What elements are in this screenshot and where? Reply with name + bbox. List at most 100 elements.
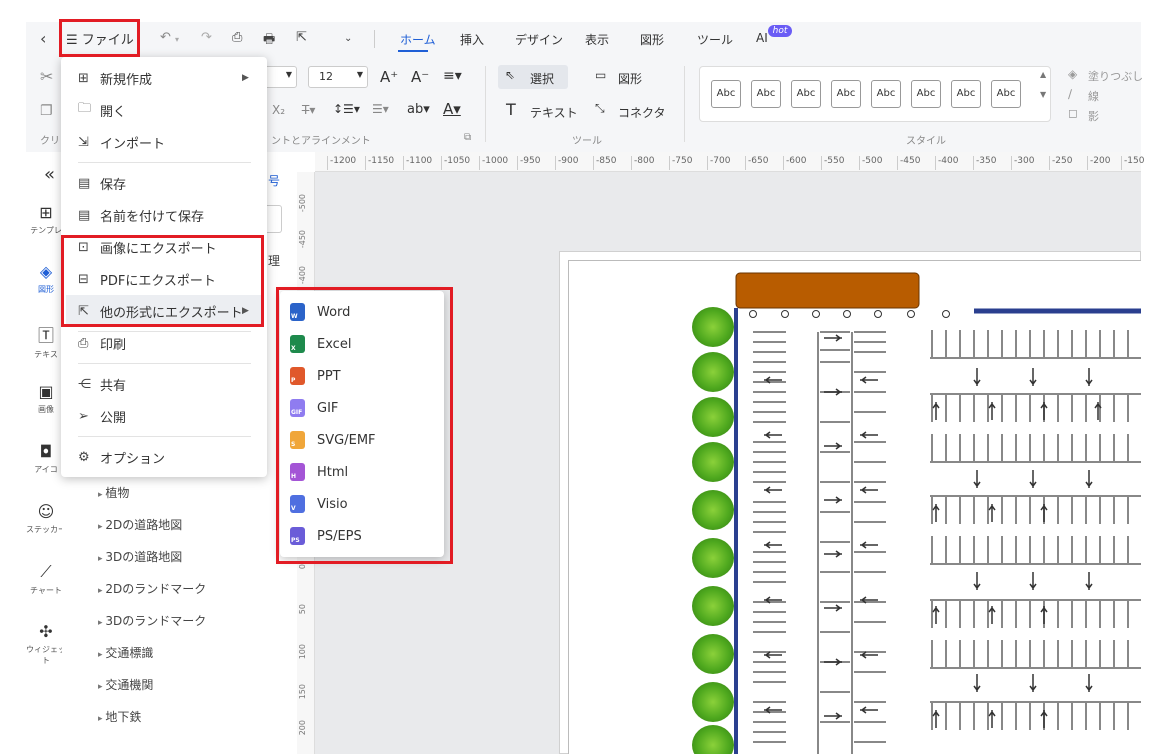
style-swatch[interactable]: Abc bbox=[791, 80, 821, 108]
line-spacing-icon[interactable]: ↕☰▾ bbox=[333, 102, 360, 116]
text-tool-icon[interactable]: T bbox=[506, 100, 516, 119]
plant-icon[interactable] bbox=[692, 634, 734, 674]
plant-icon[interactable] bbox=[692, 397, 734, 437]
export-icon[interactable]: ⇱ bbox=[296, 30, 307, 45]
style-swatch[interactable]: Abc bbox=[951, 80, 981, 108]
style-swatch[interactable]: Abc bbox=[871, 80, 901, 108]
sidebar-item-text[interactable]: 🅃 テキス bbox=[26, 322, 66, 360]
undo-icon[interactable]: ↶ bbox=[160, 30, 171, 45]
tab-design[interactable]: デザイン bbox=[515, 31, 563, 48]
chevron-left-icon[interactable]: ‹ bbox=[40, 29, 46, 48]
menu-item-new[interactable]: ⊞ 新規作成 ▶ bbox=[78, 66, 249, 90]
line-icon[interactable]: ∕ bbox=[1068, 87, 1072, 101]
horizontal-ruler: -1200 -1150 -1100 -1050 -1000 -950 -900 … bbox=[315, 152, 1144, 172]
plant-icon[interactable] bbox=[692, 307, 734, 347]
library-item[interactable]: 3Dのランドマーク bbox=[98, 612, 206, 629]
tab-ai[interactable]: AI bbox=[756, 31, 768, 45]
sidebar-item-stickers[interactable]: ☺ ステッカー bbox=[26, 502, 66, 535]
menu-item-publish[interactable]: ➢ 公開 bbox=[78, 404, 126, 428]
plant-icon[interactable] bbox=[692, 442, 734, 482]
parking-lot-drawing[interactable] bbox=[690, 270, 1141, 754]
plant-icon[interactable] bbox=[692, 538, 734, 578]
font-group-label: ントとアラインメント bbox=[271, 136, 371, 147]
font-shrink-icon[interactable]: A⁻ bbox=[411, 68, 429, 86]
align-icon[interactable]: ≡▾ bbox=[443, 68, 462, 84]
gallery-scroll-up-icon[interactable]: ▲ bbox=[1040, 70, 1046, 79]
print-icon: ⎙ bbox=[78, 335, 89, 351]
font-grow-icon[interactable]: A⁺ bbox=[380, 68, 398, 86]
connector-icon[interactable]: ⤡ bbox=[595, 101, 605, 116]
save-as-icon: ▤ bbox=[78, 207, 91, 223]
menu-item-save[interactable]: ▤ 保存 bbox=[78, 171, 126, 195]
chevron-down-icon: ▼ bbox=[356, 70, 363, 79]
text-case-icon[interactable]: ab▾ bbox=[407, 102, 430, 117]
menu-item-save-as[interactable]: ▤ 名前を付けて保存 bbox=[78, 203, 204, 227]
copy-icon[interactable]: ❐ bbox=[40, 103, 53, 119]
highlight-file-button bbox=[59, 19, 140, 57]
style-swatch[interactable]: Abc bbox=[911, 80, 941, 108]
menu-item-import[interactable]: ⇲ インポート bbox=[78, 130, 165, 154]
font-size-dropdown[interactable]: 12 ▼ bbox=[308, 66, 368, 88]
plant-icon[interactable] bbox=[692, 586, 734, 626]
menu-item-print[interactable]: ⎙ 印刷 bbox=[78, 331, 126, 355]
sidebar-item-shapes[interactable]: ◈ 図形 bbox=[26, 262, 66, 295]
menu-item-open[interactable]: 🗀 開く bbox=[78, 98, 126, 122]
shape-button-label[interactable]: 図形 bbox=[618, 70, 642, 87]
library-item[interactable]: 2Dの道路地図 bbox=[98, 516, 182, 533]
sidebar-item-images[interactable]: ▣ 画像 bbox=[26, 382, 66, 415]
line-label[interactable]: 線 bbox=[1088, 88, 1099, 104]
library-item[interactable]: 交通機関 bbox=[98, 676, 153, 693]
text-icon: 🅃 bbox=[37, 326, 54, 345]
print-icon[interactable]: 🖶 bbox=[263, 30, 275, 52]
plant-icon[interactable] bbox=[692, 490, 734, 530]
clipboard-group-label: クリ bbox=[40, 136, 60, 147]
connector-label[interactable]: コネクタ bbox=[618, 104, 666, 121]
rectangle-icon[interactable]: ▭ bbox=[595, 68, 606, 82]
style-swatch[interactable]: Abc bbox=[751, 80, 781, 108]
library-partial-link[interactable]: 号 bbox=[268, 172, 280, 189]
redo-icon[interactable]: ↷ bbox=[201, 30, 212, 45]
tab-tools[interactable]: ツール bbox=[697, 31, 733, 48]
undo-dropdown-icon[interactable]: ▾ bbox=[175, 35, 179, 44]
group-expand-icon[interactable]: ⧉ bbox=[464, 132, 471, 143]
library-partial-label[interactable]: 理 bbox=[268, 252, 280, 269]
fill-label[interactable]: 塗りつぶし bbox=[1088, 68, 1143, 84]
subscript-icon[interactable]: X₂ bbox=[272, 103, 285, 117]
more-icon[interactable]: ⌄ bbox=[344, 33, 352, 44]
tab-insert[interactable]: 挿入 bbox=[460, 31, 484, 48]
gallery-scroll-down-icon[interactable]: ▼ bbox=[1040, 90, 1046, 99]
double-chevron-left-icon[interactable]: « bbox=[44, 164, 55, 185]
sidebar-item-widgets[interactable]: ✣ ウィジェット bbox=[26, 622, 66, 666]
list-icon[interactable]: ☰▾ bbox=[372, 102, 389, 116]
tab-shapes[interactable]: 図形 bbox=[640, 31, 664, 48]
strikethrough-icon[interactable]: T̶▾ bbox=[302, 103, 315, 117]
template-icon: ⊞ bbox=[39, 203, 53, 222]
chevron-right-icon: ▶ bbox=[242, 73, 249, 83]
text-tool-label[interactable]: テキスト bbox=[530, 104, 578, 121]
menu-item-share[interactable]: ⋲ 共有 bbox=[78, 372, 126, 396]
plant-icon[interactable] bbox=[692, 352, 734, 392]
plant-icon[interactable] bbox=[692, 682, 734, 722]
sidebar-item-icons[interactable]: ◘ アイコ bbox=[26, 442, 66, 475]
menu-item-options[interactable]: ⚙ オプション bbox=[78, 445, 165, 469]
library-item[interactable]: 3Dの道路地図 bbox=[98, 548, 182, 565]
library-item[interactable]: 植物 bbox=[98, 484, 129, 501]
shadow-label[interactable]: 影 bbox=[1088, 108, 1099, 124]
font-color-icon[interactable]: A▾ bbox=[443, 100, 461, 118]
shadow-icon[interactable]: ◻ bbox=[1068, 106, 1078, 120]
fill-icon[interactable]: ◈ bbox=[1068, 67, 1077, 81]
cut-icon[interactable]: ✂ bbox=[40, 67, 53, 86]
plus-square-icon: ⊞ bbox=[78, 70, 89, 86]
style-swatch[interactable]: Abc bbox=[831, 80, 861, 108]
sidebar-item-templates[interactable]: ⊞ テンプレ bbox=[26, 203, 66, 236]
library-item[interactable]: 交通標識 bbox=[98, 644, 153, 661]
library-item[interactable]: 地下鉄 bbox=[98, 708, 141, 725]
style-swatch[interactable]: Abc bbox=[711, 80, 741, 108]
tab-view[interactable]: 表示 bbox=[585, 31, 609, 48]
divider bbox=[684, 66, 685, 142]
tab-home[interactable]: ホーム bbox=[400, 31, 436, 48]
sidebar-item-charts[interactable]: ⟋ チャート bbox=[26, 562, 66, 596]
library-item[interactable]: 2Dのランドマーク bbox=[98, 580, 206, 597]
style-swatch[interactable]: Abc bbox=[991, 80, 1021, 108]
save-icon[interactable]: ⎙ bbox=[232, 30, 242, 45]
